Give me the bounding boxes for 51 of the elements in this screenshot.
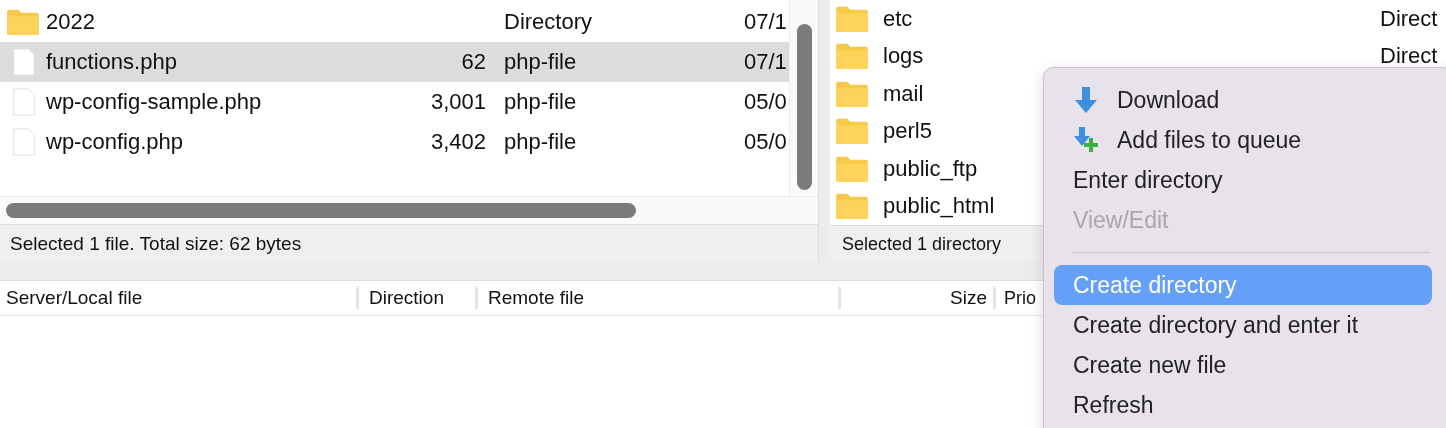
- folder-name[interactable]: logs: [883, 43, 924, 70]
- file-type: php-file: [504, 89, 578, 115]
- file-row[interactable]: wp-config.php 3,402 php-file 05/0: [0, 122, 789, 162]
- file-name: wp-config-sample.php: [46, 89, 263, 115]
- horizontal-scrollbar[interactable]: [0, 196, 818, 224]
- file-type: php-file: [504, 49, 578, 75]
- column-header[interactable]: Remote file: [482, 287, 841, 309]
- file-size: 3,001: [430, 89, 486, 114]
- menu-item[interactable]: Create new file: [1054, 345, 1432, 385]
- file-date: 07/1: [744, 49, 786, 75]
- column-header[interactable]: Direction: [363, 287, 478, 309]
- folder-name[interactable]: etc: [883, 5, 913, 32]
- menu-item[interactable]: Refresh: [1054, 385, 1432, 425]
- folder-name[interactable]: mail: [883, 80, 924, 107]
- folder-name[interactable]: perl5: [883, 118, 932, 145]
- column-header[interactable]: Prio: [998, 287, 1042, 309]
- menu-item[interactable]: Add files to queue: [1054, 120, 1432, 160]
- folder-icon: [835, 192, 869, 221]
- column-header[interactable]: Size: [841, 287, 996, 309]
- file-date: 05/0: [744, 129, 786, 155]
- status-text: Selected 1 directory: [842, 233, 1002, 255]
- file-type: Directory: [504, 9, 593, 35]
- file-name: 2022: [46, 9, 96, 35]
- folder-name[interactable]: public_ftp: [883, 155, 978, 182]
- file-type: php-file: [504, 129, 578, 155]
- file-type: Direct: [1380, 43, 1438, 70]
- vertical-scrollbar[interactable]: [789, 0, 818, 196]
- status-text: Selected 1 file. Total size: 62 bytes: [10, 232, 302, 255]
- file-name: wp-config.php: [46, 129, 184, 155]
- folder-name[interactable]: public_html: [883, 193, 995, 220]
- down-arrow-icon: [1073, 86, 1099, 114]
- file-row[interactable]: functions.php 62 php-file 07/1: [0, 42, 789, 82]
- file-name: functions.php: [46, 49, 178, 75]
- menu-item[interactable]: Create directory and enter it: [1054, 305, 1432, 345]
- file-type: Direct: [1380, 5, 1438, 32]
- file-row[interactable]: wp-config-sample.php 3,001 php-file 05/0: [0, 82, 789, 122]
- folder-icon: [835, 4, 869, 33]
- file-date: 05/0: [744, 89, 786, 115]
- file-size: 62: [461, 49, 486, 74]
- down-arrow-plus-icon: [1073, 126, 1099, 154]
- menu-item[interactable]: Download: [1054, 80, 1432, 120]
- folder-icon: [835, 117, 869, 146]
- folder-icon: [6, 8, 40, 36]
- folder-icon: [835, 79, 869, 108]
- file-row[interactable]: 2022 Directory 07/1: [0, 2, 789, 42]
- folder-icon: [835, 154, 869, 183]
- column-header[interactable]: Server/Local file: [0, 287, 359, 309]
- menu-item[interactable]: Enter directory: [1054, 160, 1432, 200]
- file-size: 3,402: [430, 129, 486, 154]
- folder-icon: [835, 42, 869, 71]
- file-date: 07/1: [744, 9, 786, 35]
